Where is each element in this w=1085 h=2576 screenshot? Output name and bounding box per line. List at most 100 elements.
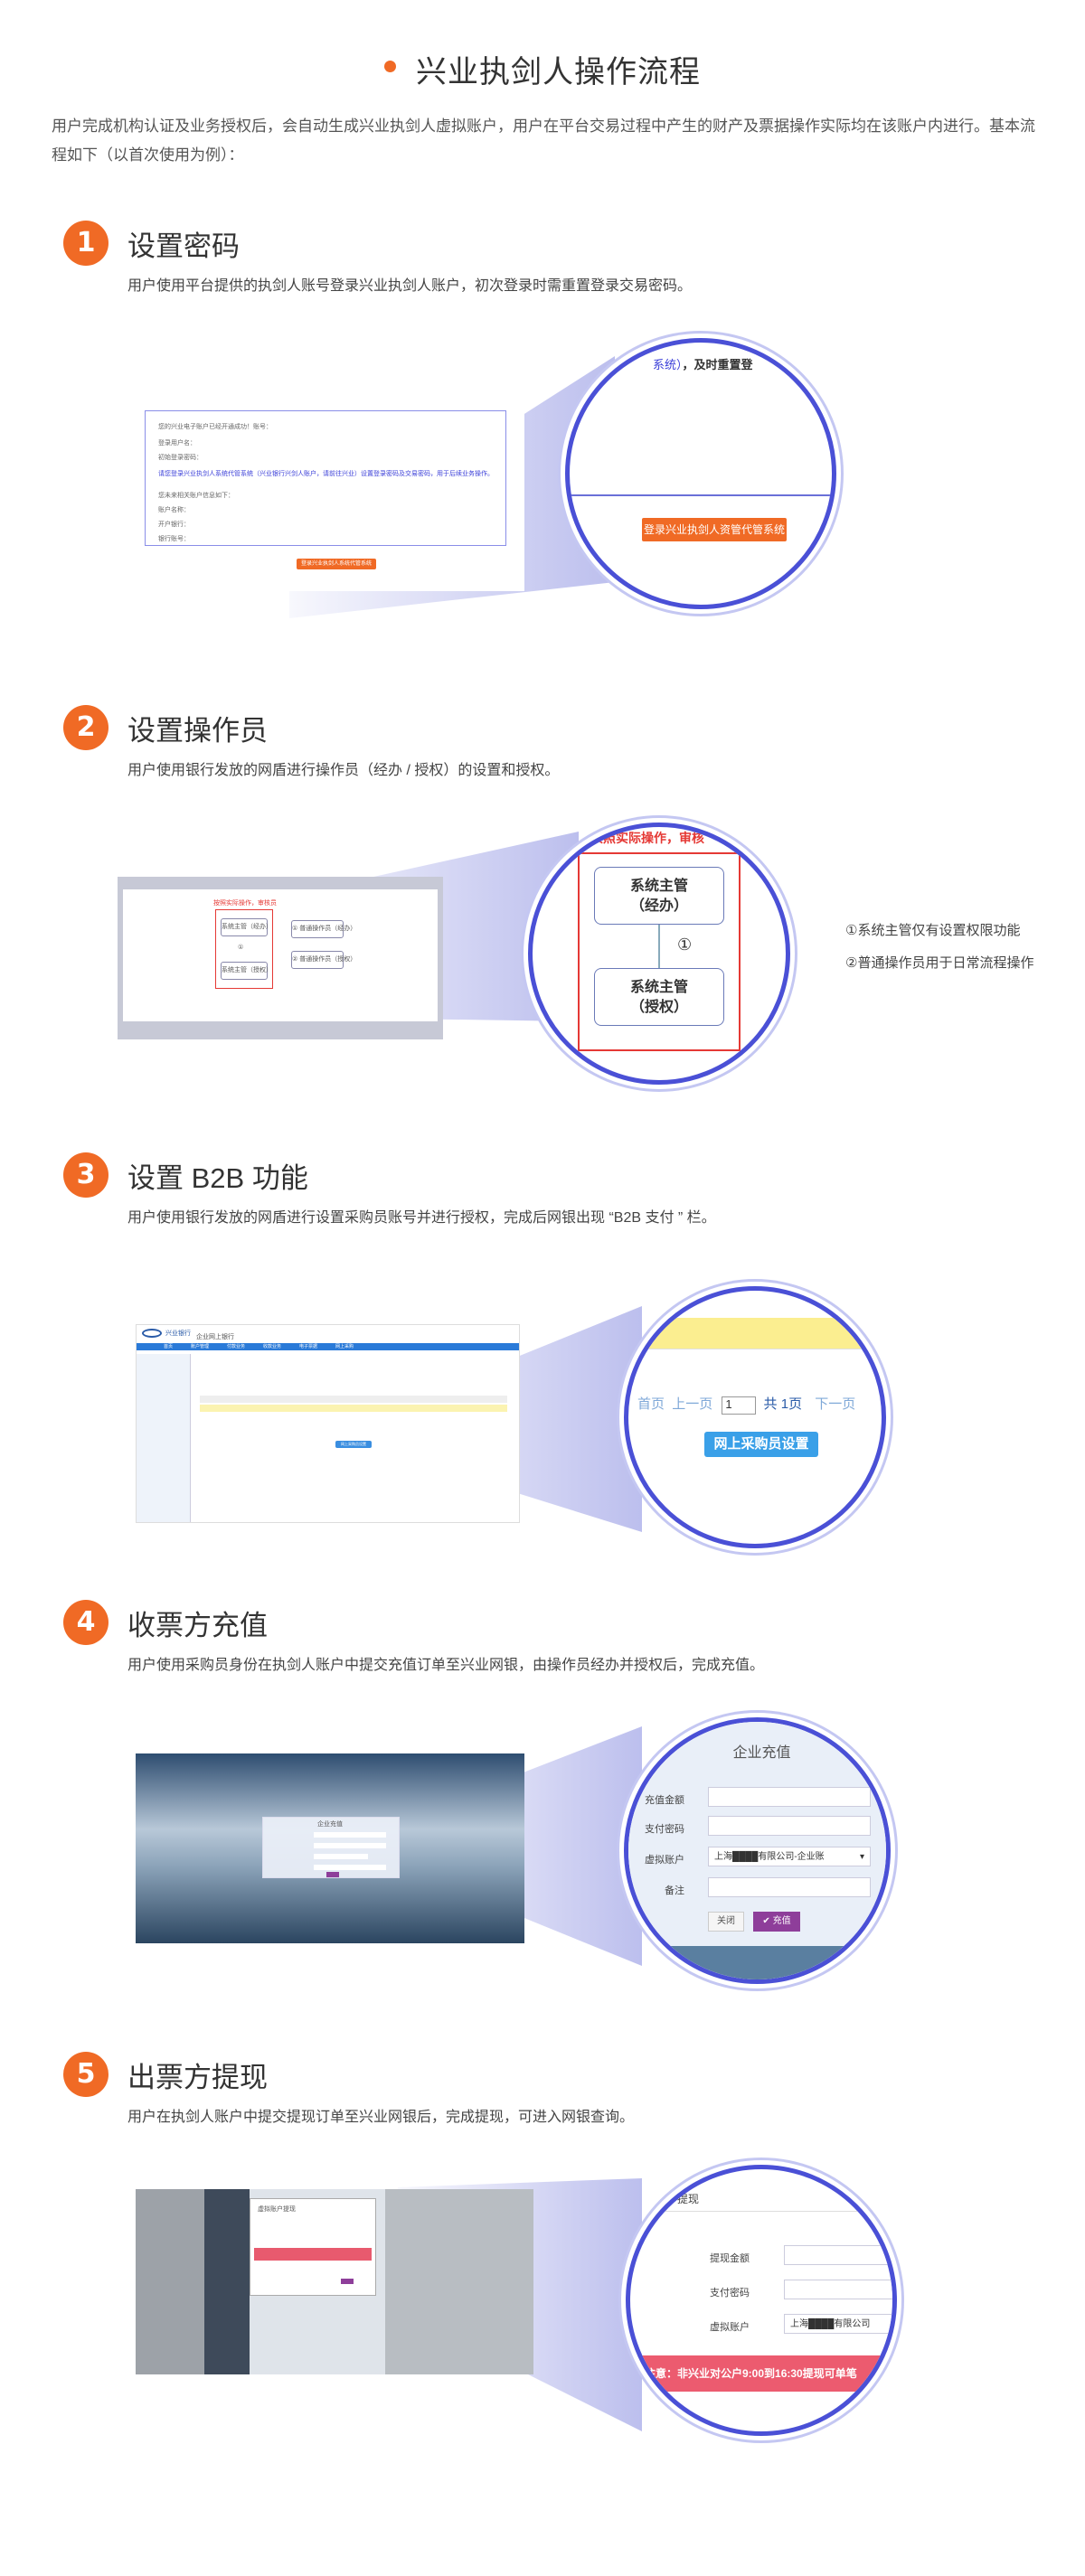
zoom-rest-text: ，及时重置登 (682, 358, 753, 371)
field-label: 提现金额 (710, 2253, 750, 2264)
notice-bar (254, 2248, 372, 2261)
zoom-login-button[interactable]: 登录兴业执剑人资管代管系统 (642, 518, 787, 541)
recharge-submit-button[interactable]: ✔ 充值 (753, 1912, 800, 1932)
close-button[interactable]: 关闭 (708, 1912, 744, 1932)
selected-account: 上海████有限公司-企业账 (714, 1852, 825, 1862)
letter-line: 初始登录密码： (158, 455, 203, 461)
pager-input[interactable]: 1 (722, 1396, 757, 1415)
nav-item[interactable]: 电子票据 (299, 1343, 317, 1349)
bank-b2b-screenshot: 兴业银行 企业网上银行 首页 账户管理 付款业务 收款业务 电子票据 网上采购 … (136, 1324, 520, 1523)
zoom-circle-label: ① (677, 935, 693, 954)
zoom-dialog-title: 企业充值 (732, 1745, 791, 1761)
pager-next-link[interactable]: 下一页 (815, 1396, 855, 1412)
virtual-account-select[interactable]: 上海████有限公司 (784, 2314, 892, 2334)
nav-item[interactable]: 收款业务 (263, 1343, 281, 1349)
virtual-account-select[interactable]: 上海████有限公司-企业账 ▾ (708, 1847, 871, 1866)
nav-item[interactable]: 账户管理 (191, 1343, 209, 1349)
field-label: 虚拟账户 (645, 1855, 684, 1866)
page-header: 兴业执剑人操作流程 (0, 47, 1085, 91)
dialog-submit-button[interactable] (326, 1872, 339, 1877)
pager-prev-link[interactable]: 上一页 (672, 1396, 712, 1412)
bank-logo-icon (142, 1329, 162, 1338)
nav-item[interactable]: 首页 (164, 1343, 173, 1349)
withdraw-notice-bar: 注意：非兴业对公户9:00到16:30提现可单笔 (630, 2355, 892, 2392)
frame-edge-line (570, 494, 832, 496)
app-right-pane (385, 2189, 533, 2374)
step-1: 1 设置密码 用户使用平台提供的执剑人账号登录兴业执剑人账户，初次登录时需重置登… (0, 221, 1085, 672)
page-title: 兴业执剑人操作流程 (416, 55, 701, 89)
pager-first-link[interactable]: 首页 (637, 1396, 665, 1412)
pager-total-label: 共 (763, 1396, 778, 1412)
zoom-pager: 首页 上一页 1 共 1页 下一页 (637, 1394, 855, 1415)
pager-total-pages: 1页 (780, 1396, 803, 1412)
title-bullet-icon (384, 61, 396, 72)
operator-handler-box: ① 普通操作员（经办） (291, 920, 356, 938)
withdraw-amount-input[interactable] (784, 2245, 892, 2265)
login-system-button[interactable]: 登录兴业执剑人系统代管系统 (297, 559, 376, 569)
dialog-title: 企业充值 (317, 1821, 343, 1828)
pay-password-input[interactable] (708, 1816, 871, 1836)
step-2: 2 设置操作员 用户使用银行发放的网盾进行操作员（经办 / 授权）的设置和授权。… (0, 705, 1085, 1157)
step-circle-label: ① (238, 945, 244, 951)
zoom-handler-box: 系统主管 （经办） (594, 867, 724, 925)
letter-line: 请您登录兴业执剑人系统代管系统（兴业银行兴剑人账户，请前往兴业）设置登录密码及交… (158, 471, 494, 477)
dialog-submit-button[interactable] (341, 2279, 354, 2284)
screenshot-canvas: 按照实际操作，审核员 系统主管（经办） ① 系统主管（授权） ① 普通操作员（经… (123, 889, 438, 1021)
zoom-authorizer-box: 系统主管 （授权） (594, 968, 724, 1026)
field-label: 备注 (665, 1885, 684, 1896)
supervisor-authorizer-box: 系统主管（授权） (221, 962, 272, 980)
zoom-procurement-setup-button[interactable]: 网上采购员设置 (704, 1432, 818, 1457)
field-label: 支付密码 (645, 1824, 684, 1835)
note-supervisor: ①系统主管仅有设置权限功能 (845, 923, 1021, 938)
bank-logo-text: 兴业银行 (165, 1330, 191, 1337)
dialog-field (314, 1865, 386, 1870)
zoom-circle: 按照实际操作，审核 系统主管 （经办） ① 系统主管 （授权） (528, 823, 790, 1085)
procurement-setup-button[interactable]: 网上采购员设置 (335, 1441, 372, 1448)
intro-paragraph: 用户完成机构认证及业务授权后，会自动生成兴业执剑人虚拟账户，用户在平台交易过程中… (52, 118, 1035, 164)
zoom-circle: 系统），及时重置登 登录兴业执剑人资管代管系统 (565, 338, 836, 609)
zoom-background-strip (628, 1946, 886, 1979)
bank-subtitle: 企业网上银行 (196, 1334, 234, 1340)
recharge-screenshot: 企业充值 (136, 1753, 524, 1943)
letter-line: 账户名称： (158, 507, 190, 513)
remark-input[interactable] (708, 1877, 871, 1897)
letter-line: 银行账号： (158, 536, 190, 542)
nav-item[interactable]: 网上采购 (335, 1343, 354, 1349)
step-4: 4 收票方充值 用户使用采购员身份在执剑人账户中提交充值订单至兴业网银，由操作员… (0, 1600, 1085, 2052)
dialog-field (314, 1832, 386, 1838)
recharge-dialog-thumbnail: 企业充值 (262, 1817, 400, 1878)
bank-nav-bar: 首页 账户管理 付款业务 收款业务 电子票据 网上采购 (137, 1343, 519, 1350)
app-sidebar (204, 2189, 250, 2374)
zoom-circle: 首页 上一页 1 共 1页 下一页 网上采购员设置 (624, 1286, 886, 1548)
step-5: 5 出票方提现 用户在执剑人账户中提交提现订单至兴业网银后，完成提现，可进入网银… (0, 2052, 1085, 2504)
nav-item[interactable]: 付款业务 (227, 1343, 245, 1349)
table-header-row (200, 1396, 507, 1403)
zoom-top-text: 系统），及时重置登 (653, 355, 753, 372)
operator-setup-screenshot: 按照实际操作，审核员 系统主管（经办） ① 系统主管（授权） ① 普通操作员（经… (118, 877, 443, 1039)
dialog-field (314, 1843, 386, 1848)
box-line: （授权） (629, 1000, 688, 1015)
box-line: 系统主管 (629, 879, 688, 894)
title-divider (630, 2211, 892, 2212)
zoom-dialog-title: 账户提现 (656, 2193, 700, 2205)
connector-line (658, 925, 660, 968)
chevron-down-icon: ▾ (859, 1852, 864, 1862)
recharge-amount-input[interactable] (708, 1787, 871, 1807)
zoom-circle: 账户提现 提现金额 支付密码 虚拟账户 上海████有限公司 注意：非兴业对公户… (626, 2165, 897, 2436)
withdraw-dialog-thumbnail: 虚拟账户提现 (250, 2198, 376, 2296)
letter-line: 您的兴业电子账户已经开通成功！账号： (158, 424, 272, 430)
field-label: 充值金额 (645, 1795, 684, 1806)
dialog-title: 虚拟账户提现 (258, 2206, 296, 2213)
zoom-red-heading: 按照实际操作，审核 (590, 831, 704, 845)
supervisor-handler-box: 系统主管（经办） (221, 918, 272, 936)
pay-password-input[interactable] (784, 2280, 892, 2299)
operator-authorizer-box: ② 普通操作员（授权） (291, 951, 356, 969)
password-notice-screenshot: 您的兴业电子账户已经开通成功！账号： 登录用户名： 初始登录密码： 请您登录兴业… (136, 401, 524, 591)
letter-line: 登录用户名： (158, 440, 196, 447)
red-heading: 按照实际操作，审核员 (213, 900, 277, 907)
box-line: 系统主管 (629, 980, 688, 995)
field-label: 虚拟账户 (710, 2322, 750, 2333)
bank-sidebar (137, 1354, 191, 1522)
field-label: 支付密码 (710, 2288, 750, 2299)
zoom-circle: 企业充值 充值金额 支付密码 虚拟账户 上海████有限公司-企业账 ▾ 备注 关… (624, 1717, 891, 1984)
